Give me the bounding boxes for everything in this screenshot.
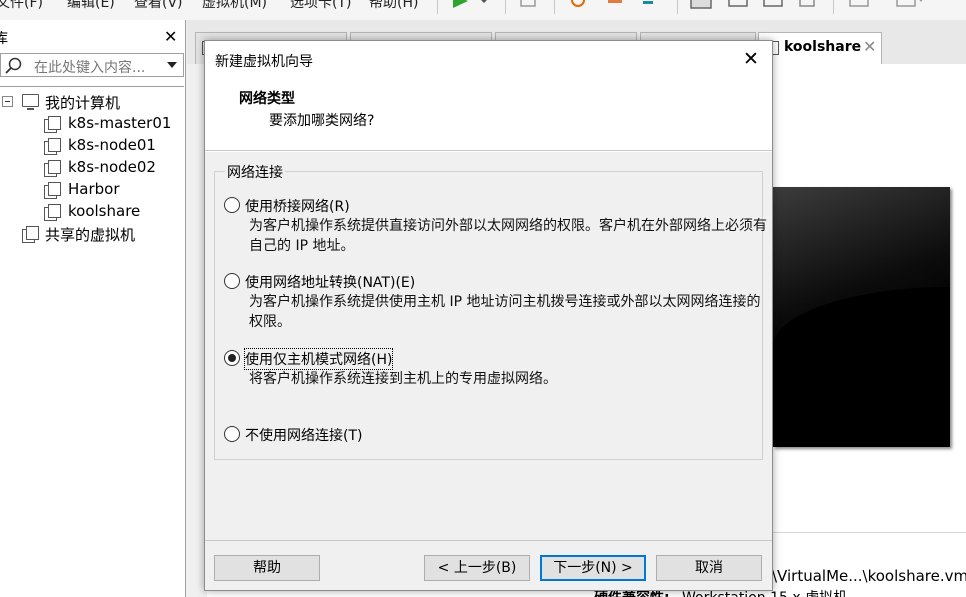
shared-vm-icon [22, 226, 39, 243]
tree-item-label: k8s-node01 [68, 136, 156, 154]
toolbar-separator [554, 0, 555, 14]
tree-item-label: k8s-master01 [68, 114, 172, 132]
dialog-title: 新建虚拟机向导 [215, 54, 313, 70]
vm-screen-preview[interactable] [773, 187, 950, 447]
new-vm-wizard-dialog: 新建虚拟机向导 ✕ 网络类型 要添加哪类网络? 网络连接 使用桥接网络(R) 为… [204, 40, 773, 591]
menu-file[interactable]: 文件(F) [0, 0, 43, 12]
computer-icon [22, 94, 39, 110]
menu-help[interactable]: 帮助(H) [369, 0, 418, 12]
vm-icon [44, 204, 61, 221]
revert-snapshot-icon[interactable] [604, 0, 626, 12]
menu-vm[interactable]: 虚拟机(M) [202, 0, 267, 12]
menu-tabs[interactable]: 选项卡(T) [290, 0, 351, 12]
vm-icon [44, 160, 61, 177]
tree-item-vm[interactable]: koolshare [0, 201, 184, 223]
cancel-button[interactable]: 取消 [656, 555, 762, 581]
radio-button[interactable] [224, 273, 240, 289]
library-header: 库 ✕ [0, 27, 186, 50]
radio-button[interactable] [224, 197, 240, 213]
tree-item-my-computer[interactable]: 我的计算机 [0, 91, 184, 113]
vm-icon [44, 116, 61, 133]
stretch-guest-icon[interactable] [895, 0, 925, 12]
page-subheading: 要添加哪类网络? [269, 113, 375, 129]
tab-label: koolshare [784, 39, 862, 55]
vm-config-path: \VirtualMe...\koolshare.vmx [772, 567, 966, 585]
search-placeholder: 在此处键入内容... [34, 60, 146, 76]
thumbnail-bar-icon[interactable] [727, 0, 749, 12]
back-button[interactable]: < 上一步(B) [424, 555, 530, 581]
divider [0, 86, 184, 87]
library-title: 库 [0, 31, 8, 47]
tree-item-shared[interactable]: 共享的虚拟机 [0, 223, 184, 245]
radio-description: 将客户机操作系统连接到主机上的专用虚拟网络。 [249, 371, 557, 387]
tree-item-label: 我的计算机 [45, 94, 121, 112]
toolbar-separator [677, 0, 678, 14]
help-button[interactable]: 帮助 [214, 555, 320, 581]
tree-item-vm[interactable]: Harbor [0, 179, 184, 201]
tree-item-vm[interactable]: k8s-master01 [0, 113, 184, 135]
show-library-icon[interactable] [690, 0, 712, 12]
library-search-input[interactable]: 在此处键入内容... [0, 53, 184, 77]
dialog-titlebar: 新建虚拟机向导 ✕ [205, 41, 772, 79]
unity-icon[interactable] [798, 0, 820, 12]
divider [773, 532, 966, 533]
close-icon[interactable]: ✕ [743, 49, 759, 69]
tree-item-label: 共享的虚拟机 [45, 226, 136, 244]
tree-item-label: koolshare [68, 202, 141, 220]
send-ctrl-alt-del-icon[interactable] [518, 0, 540, 12]
next-button[interactable]: 下一步(N) > [540, 555, 646, 581]
full-screen-icon[interactable] [762, 0, 784, 12]
divider [205, 540, 772, 541]
menu-view[interactable]: 查看(V) [134, 0, 183, 12]
radio-label[interactable]: 使用桥接网络(R) [245, 196, 350, 216]
radio-button-selected[interactable] [224, 350, 240, 366]
chevron-down-icon[interactable] [478, 0, 490, 12]
page-heading: 网络类型 [239, 91, 295, 107]
radio-button[interactable] [224, 426, 240, 442]
tree-item-vm[interactable]: k8s-node01 [0, 135, 184, 157]
close-icon[interactable]: ✕ [164, 27, 177, 46]
tree-item-vm[interactable]: k8s-node02 [0, 157, 184, 179]
tree-item-label: Harbor [68, 180, 120, 198]
toolbar-separator [505, 0, 506, 14]
collapse-icon[interactable] [2, 96, 13, 107]
toolbar-separator [833, 0, 834, 14]
chevron-down-icon[interactable] [167, 62, 177, 68]
library-panel: 库 ✕ 在此处键入内容... 我的计算机 k8s-master01 k8s-no… [0, 20, 186, 597]
tree-item-label: k8s-node02 [68, 158, 156, 176]
close-icon[interactable]: ✕ [863, 37, 876, 56]
radio-label[interactable]: 不使用网络连接(T) [245, 425, 362, 445]
group-label: 网络连接 [225, 162, 285, 182]
radio-label[interactable]: 使用网络地址转换(NAT)(E) [245, 272, 415, 292]
snapshot-manager-icon[interactable] [640, 0, 662, 12]
menu-edit[interactable]: 编辑(E) [67, 0, 115, 12]
snapshot-icon[interactable] [568, 0, 590, 12]
menu-bar: 文件(F) 编辑(E) 查看(V) 虚拟机(M) 选项卡(T) 帮助(H) [0, 0, 966, 20]
radio-label[interactable]: 使用仅主机模式网络(H) [243, 348, 394, 370]
toolbar-separator [437, 0, 438, 14]
search-icon [5, 57, 22, 74]
dialog-header: 网络类型 要添加哪类网络? [205, 79, 772, 150]
vm-icon [44, 182, 61, 199]
power-on-icon[interactable] [450, 0, 472, 12]
vm-icon [44, 138, 61, 155]
radio-description: 为客户机操作系统提供直接访问外部以太网网络的权限。客户机在外部网络上必须有自己的… [249, 218, 767, 254]
divider [205, 150, 772, 152]
network-connection-group: 网络连接 使用桥接网络(R) 为客户机操作系统提供直接访问外部以太网网络的权限。… [214, 162, 767, 460]
tab-koolshare[interactable]: koolshare ✕ [758, 32, 882, 66]
radio-description: 为客户机操作系统提供使用主机 IP 地址访问主机拨号连接或外部以太网网络连接的权… [249, 294, 761, 330]
console-view-icon[interactable] [848, 0, 870, 12]
